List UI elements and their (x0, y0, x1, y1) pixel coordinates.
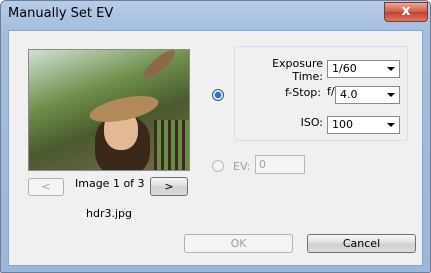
iso-value: 100 (332, 118, 353, 131)
ev-radio[interactable] (212, 160, 224, 172)
fstop-prefix: f/ (327, 85, 335, 98)
title-bar[interactable]: Manually Set EV x (1, 1, 430, 27)
close-icon: x (401, 3, 411, 19)
chevron-down-icon (387, 123, 395, 127)
iso-select[interactable]: 100 (327, 116, 400, 134)
iso-label: ISO: (300, 116, 323, 129)
window-title: Manually Set EV (8, 6, 114, 21)
fstop-select[interactable]: 4.0 (335, 86, 400, 104)
exposure-time-value: 1/60 (332, 62, 357, 75)
photo-feather (139, 50, 179, 82)
next-image-button[interactable]: > (150, 177, 188, 196)
ev-input[interactable]: 0 (255, 155, 305, 174)
manual-settings-group: Exposure Time: 1/60 f-Stop: f/ 4.0 ISO: … (234, 46, 408, 141)
manual-settings-radio[interactable] (212, 89, 224, 101)
exposure-time-select[interactable]: 1/60 (327, 60, 400, 78)
close-button[interactable]: x (384, 2, 428, 22)
previous-image-button[interactable]: < (28, 178, 64, 196)
photo-fence (154, 120, 189, 170)
chevron-down-icon (387, 67, 395, 71)
dialog-window: Manually Set EV x < Image 1 of 3 > hdr3.… (0, 0, 431, 273)
image-filename: hdr3.jpg (86, 207, 132, 220)
ok-button[interactable]: OK (184, 234, 293, 253)
ev-label: EV: (233, 160, 251, 173)
chevron-down-icon (387, 93, 395, 97)
fstop-label: f-Stop: (285, 86, 321, 99)
image-counter: Image 1 of 3 (75, 177, 145, 190)
fstop-value: 4.0 (340, 88, 358, 101)
cancel-button[interactable]: Cancel (307, 234, 416, 253)
image-preview (28, 49, 190, 171)
dialog-content: < Image 1 of 3 > hdr3.jpg Exposure Time:… (8, 30, 423, 266)
exposure-time-label: Exposure Time: (272, 57, 323, 83)
